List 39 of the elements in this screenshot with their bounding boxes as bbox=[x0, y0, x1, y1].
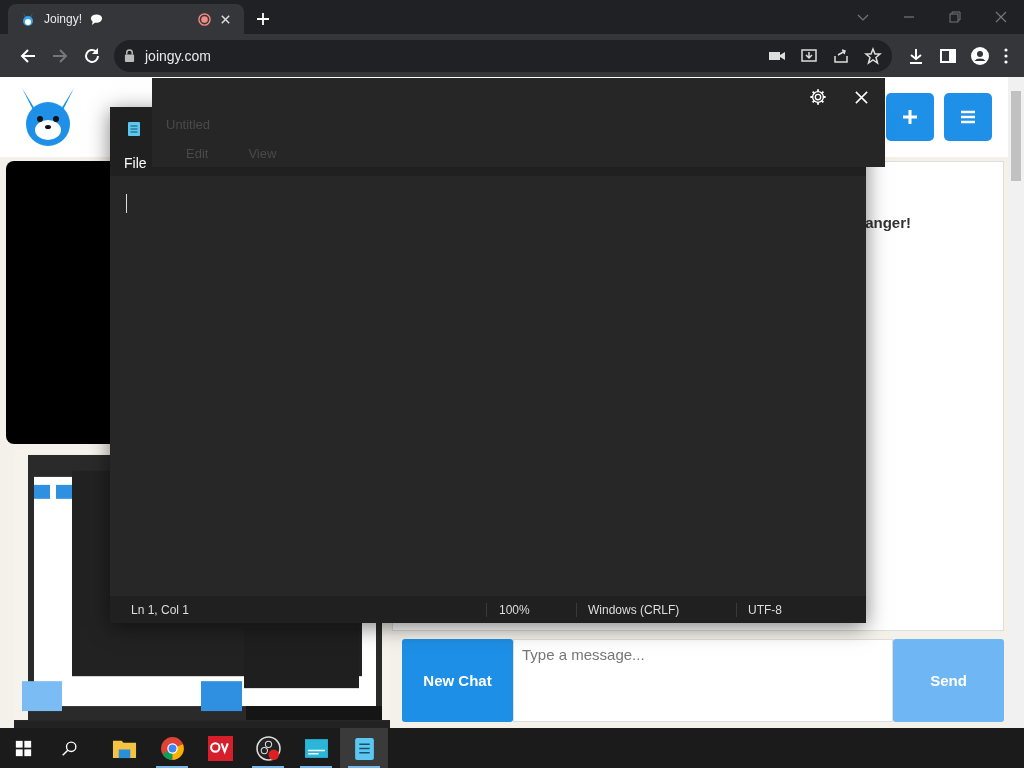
address-field[interactable]: joingy.com bbox=[145, 47, 211, 64]
lock-icon bbox=[124, 49, 135, 62]
reload-icon[interactable] bbox=[83, 46, 101, 65]
tab-title: Joingy! bbox=[44, 12, 83, 26]
chrome-icon bbox=[159, 735, 185, 761]
status-text: Windows (CRLF) bbox=[577, 602, 737, 617]
status-text: Ln 1, Col 1 bbox=[110, 602, 487, 617]
menu-item[interactable]: File bbox=[124, 155, 147, 171]
text-caret bbox=[126, 194, 127, 213]
taskbar-app[interactable] bbox=[340, 728, 388, 768]
download-icon[interactable] bbox=[907, 46, 925, 65]
menu-button[interactable] bbox=[944, 93, 992, 141]
profile-icon[interactable] bbox=[971, 46, 989, 65]
chat-bubble-icon bbox=[90, 12, 104, 26]
message-field[interactable]: Type a message... bbox=[513, 639, 893, 722]
record-app-icon bbox=[255, 735, 281, 761]
menu-icon[interactable] bbox=[1003, 46, 1009, 65]
install-icon[interactable] bbox=[800, 46, 818, 65]
notepad-icon bbox=[127, 120, 141, 137]
recording-icon bbox=[198, 12, 211, 26]
app-logo-icon bbox=[207, 735, 233, 761]
chat-message: anger! bbox=[865, 214, 911, 231]
settings-icon[interactable] bbox=[809, 88, 827, 106]
restore-icon[interactable] bbox=[948, 10, 962, 24]
windows-start-icon[interactable] bbox=[15, 739, 32, 757]
share-icon[interactable] bbox=[832, 46, 850, 65]
side-panel-icon[interactable] bbox=[939, 46, 957, 65]
plus-icon bbox=[902, 109, 918, 125]
close-icon[interactable] bbox=[219, 12, 232, 26]
add-button[interactable] bbox=[886, 93, 934, 141]
back-icon[interactable] bbox=[19, 46, 37, 65]
status-text: 100% bbox=[487, 602, 577, 617]
menu-icon bbox=[960, 109, 976, 125]
status-text: UTF-8 bbox=[747, 602, 782, 617]
search-icon[interactable] bbox=[61, 739, 78, 757]
scrollbar[interactable] bbox=[1008, 77, 1024, 728]
star-icon[interactable] bbox=[864, 46, 882, 65]
new-tab-icon[interactable] bbox=[256, 12, 270, 26]
browser-tab[interactable]: Joingy! bbox=[8, 4, 244, 34]
